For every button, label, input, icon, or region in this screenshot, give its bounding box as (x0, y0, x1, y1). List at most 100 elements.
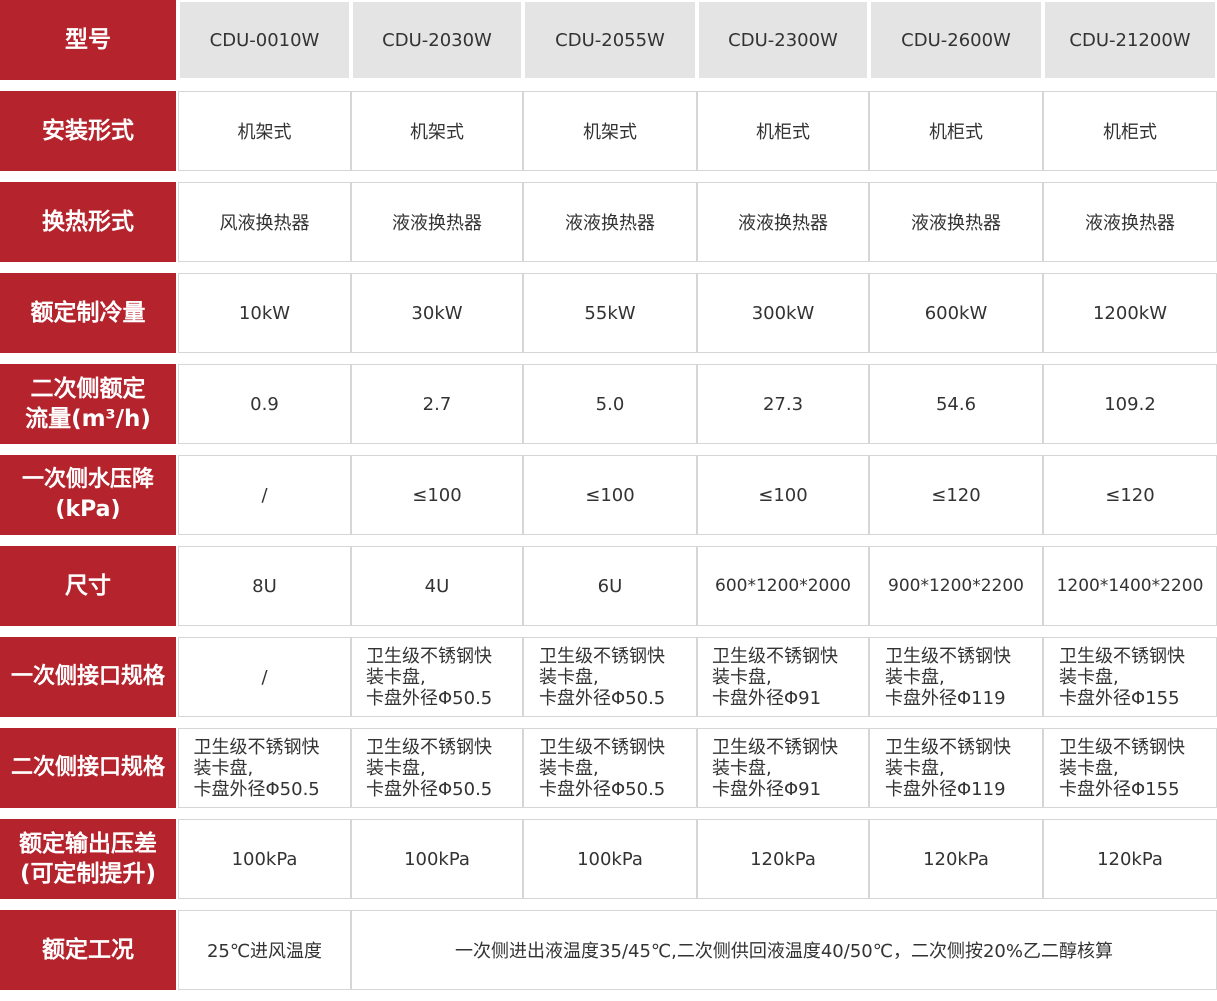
cell-line: 卡盘外径Φ119 (885, 778, 1006, 800)
cell-line: 装卡盘, (366, 757, 426, 779)
table-cell: 600kW (869, 273, 1043, 353)
row-label-line: 一次侧水压降 (21, 467, 154, 492)
cell-line: 卡盘外径Φ50.5 (539, 778, 666, 800)
cell-line: 卫生级不锈钢快 (193, 736, 320, 758)
cell-line: 卡盘外径Φ155 (1059, 687, 1180, 709)
table-cell: 6U (523, 546, 697, 626)
table-cell: 卫生级不锈钢快 装卡盘, 卡盘外径Φ50.5 (523, 728, 697, 808)
cell-line: 卫生级不锈钢快 (539, 645, 665, 667)
cell-line: 装卡盘, (712, 757, 772, 779)
table-cell: 机柜式 (697, 91, 869, 171)
row-label-install: 安装形式 (0, 91, 178, 171)
row-label-size: 尺寸 (0, 546, 178, 626)
row-label-cooling: 额定制冷量 (0, 273, 178, 353)
table-cell: 卫生级不锈钢快 装卡盘, 卡盘外径Φ91 (697, 637, 869, 717)
header-model: CDU-2055W (523, 0, 697, 80)
table-cell: ≤100 (697, 455, 869, 535)
cell-line: 卡盘外径Φ50.5 (366, 687, 493, 709)
table-cell: 0.9 (178, 364, 351, 444)
table-cell: 卫生级不锈钢快 装卡盘, 卡盘外径Φ119 (869, 728, 1043, 808)
cell-line: 卡盘外径Φ50.5 (193, 778, 320, 800)
cell-line: 卫生级不锈钢快 (885, 645, 1011, 667)
cell-line: 装卡盘, (885, 666, 945, 688)
table-cell: 55kW (523, 273, 697, 353)
table-cell: 2.7 (351, 364, 523, 444)
table-cell: 卫生级不锈钢快 装卡盘, 卡盘外径Φ50.5 (351, 637, 523, 717)
table-cell: 100kPa (178, 819, 351, 899)
cell-line: 装卡盘, (539, 666, 599, 688)
spec-table: 型号 CDU-0010W CDU-2030W CDU-2055W CDU-230… (0, 0, 1217, 1001)
table-cell: 液液换热器 (351, 182, 523, 262)
table-cell: ≤120 (869, 455, 1043, 535)
cell-line: 装卡盘, (1059, 757, 1119, 779)
cell-line: 装卡盘, (193, 757, 254, 779)
table-cell: ≤100 (351, 455, 523, 535)
table-cell: 风液换热器 (178, 182, 351, 262)
table-cell: / (178, 455, 351, 535)
row-label-line: 二次侧额定 (30, 376, 146, 402)
header-model: CDU-0010W (178, 0, 351, 80)
table-cell: 8U (178, 546, 351, 626)
table-cell: 100kPa (351, 819, 523, 899)
cell-line: 装卡盘, (366, 666, 426, 688)
header-model: CDU-2600W (869, 0, 1043, 80)
table-cell: 900*1200*2200 (869, 546, 1043, 626)
row-label-exchange: 换热形式 (0, 182, 178, 262)
table-cell: 液液换热器 (869, 182, 1043, 262)
table-cell: ≤120 (1043, 455, 1217, 535)
row-label-flow: 二次侧额定 流量(m³/h) (0, 364, 178, 444)
cell-line: 卫生级不锈钢快 (885, 736, 1011, 758)
table-cell: 27.3 (697, 364, 869, 444)
table-cell: 600*1200*2000 (697, 546, 869, 626)
merged-condition-cell: 一次侧进出液温度35/45℃,二次侧供回液温度40/50℃，二次侧按20%乙二醇… (351, 910, 1217, 990)
table-cell: 卫生级不锈钢快 装卡盘, 卡盘外径Φ91 (697, 728, 869, 808)
table-cell: 卫生级不锈钢快 装卡盘, 卡盘外径Φ155 (1043, 728, 1217, 808)
cell-line: 装卡盘, (539, 757, 599, 779)
table-cell: 机柜式 (869, 91, 1043, 171)
cell-line: 卫生级不锈钢快 (539, 736, 665, 758)
table-cell: 5.0 (523, 364, 697, 444)
cell-line: 卡盘外径Φ91 (712, 687, 822, 709)
table-cell: 机架式 (523, 91, 697, 171)
table-cell: 30kW (351, 273, 523, 353)
table-cell: / (178, 637, 351, 717)
row-label-secondary-port: 二次侧接口规格 (0, 728, 178, 808)
table-cell: 4U (351, 546, 523, 626)
cell-line: 装卡盘, (712, 666, 772, 688)
table-cell: 卫生级不锈钢快 装卡盘, 卡盘外径Φ50.5 (178, 728, 351, 808)
table-cell: 液液换热器 (1043, 182, 1217, 262)
table-cell: ≤100 (523, 455, 697, 535)
cell-line: 卫生级不锈钢快 (1059, 736, 1185, 758)
table-cell: 卫生级不锈钢快 装卡盘, 卡盘外径Φ119 (869, 637, 1043, 717)
cell-line: 卡盘外径Φ155 (1059, 778, 1180, 800)
row-label-line: (kPa) (55, 497, 121, 522)
cell-line: 装卡盘, (885, 757, 945, 779)
table-cell: 机架式 (351, 91, 523, 171)
table-cell: 机柜式 (1043, 91, 1217, 171)
table-cell: 液液换热器 (697, 182, 869, 262)
cell-line: 卡盘外径Φ50.5 (366, 778, 493, 800)
table-cell: 120kPa (869, 819, 1043, 899)
table-cell: 300kW (697, 273, 869, 353)
cell-line: 卫生级不锈钢快 (712, 645, 838, 667)
row-label-pressure-drop: 一次侧水压降 (kPa) (0, 455, 178, 535)
table-cell: 1200*1400*2200 (1043, 546, 1217, 626)
cell-line: 卡盘外径Φ50.5 (539, 687, 666, 709)
table-cell: 120kPa (1043, 819, 1217, 899)
table-cell: 1200kW (1043, 273, 1217, 353)
header-model: CDU-2030W (351, 0, 523, 80)
row-label-line: (可定制提升) (19, 861, 157, 887)
header-model: CDU-2300W (697, 0, 869, 80)
cell-line: 卫生级不锈钢快 (712, 736, 838, 758)
table-cell: 54.6 (869, 364, 1043, 444)
row-label-line: 流量(m³/h) (25, 406, 151, 432)
cell-line: 装卡盘, (1059, 666, 1119, 688)
cell-line: 卫生级不锈钢快 (1059, 645, 1185, 667)
table-cell: 25℃进风温度 (178, 910, 351, 990)
table-cell: 卫生级不锈钢快 装卡盘, 卡盘外径Φ50.5 (351, 728, 523, 808)
header-model: CDU-21200W (1043, 0, 1217, 80)
row-label-line: 额定输出压差 (19, 831, 157, 857)
cell-line: 卡盘外径Φ91 (712, 778, 822, 800)
table-cell: 10kW (178, 273, 351, 353)
row-label-condition: 额定工况 (0, 910, 178, 990)
